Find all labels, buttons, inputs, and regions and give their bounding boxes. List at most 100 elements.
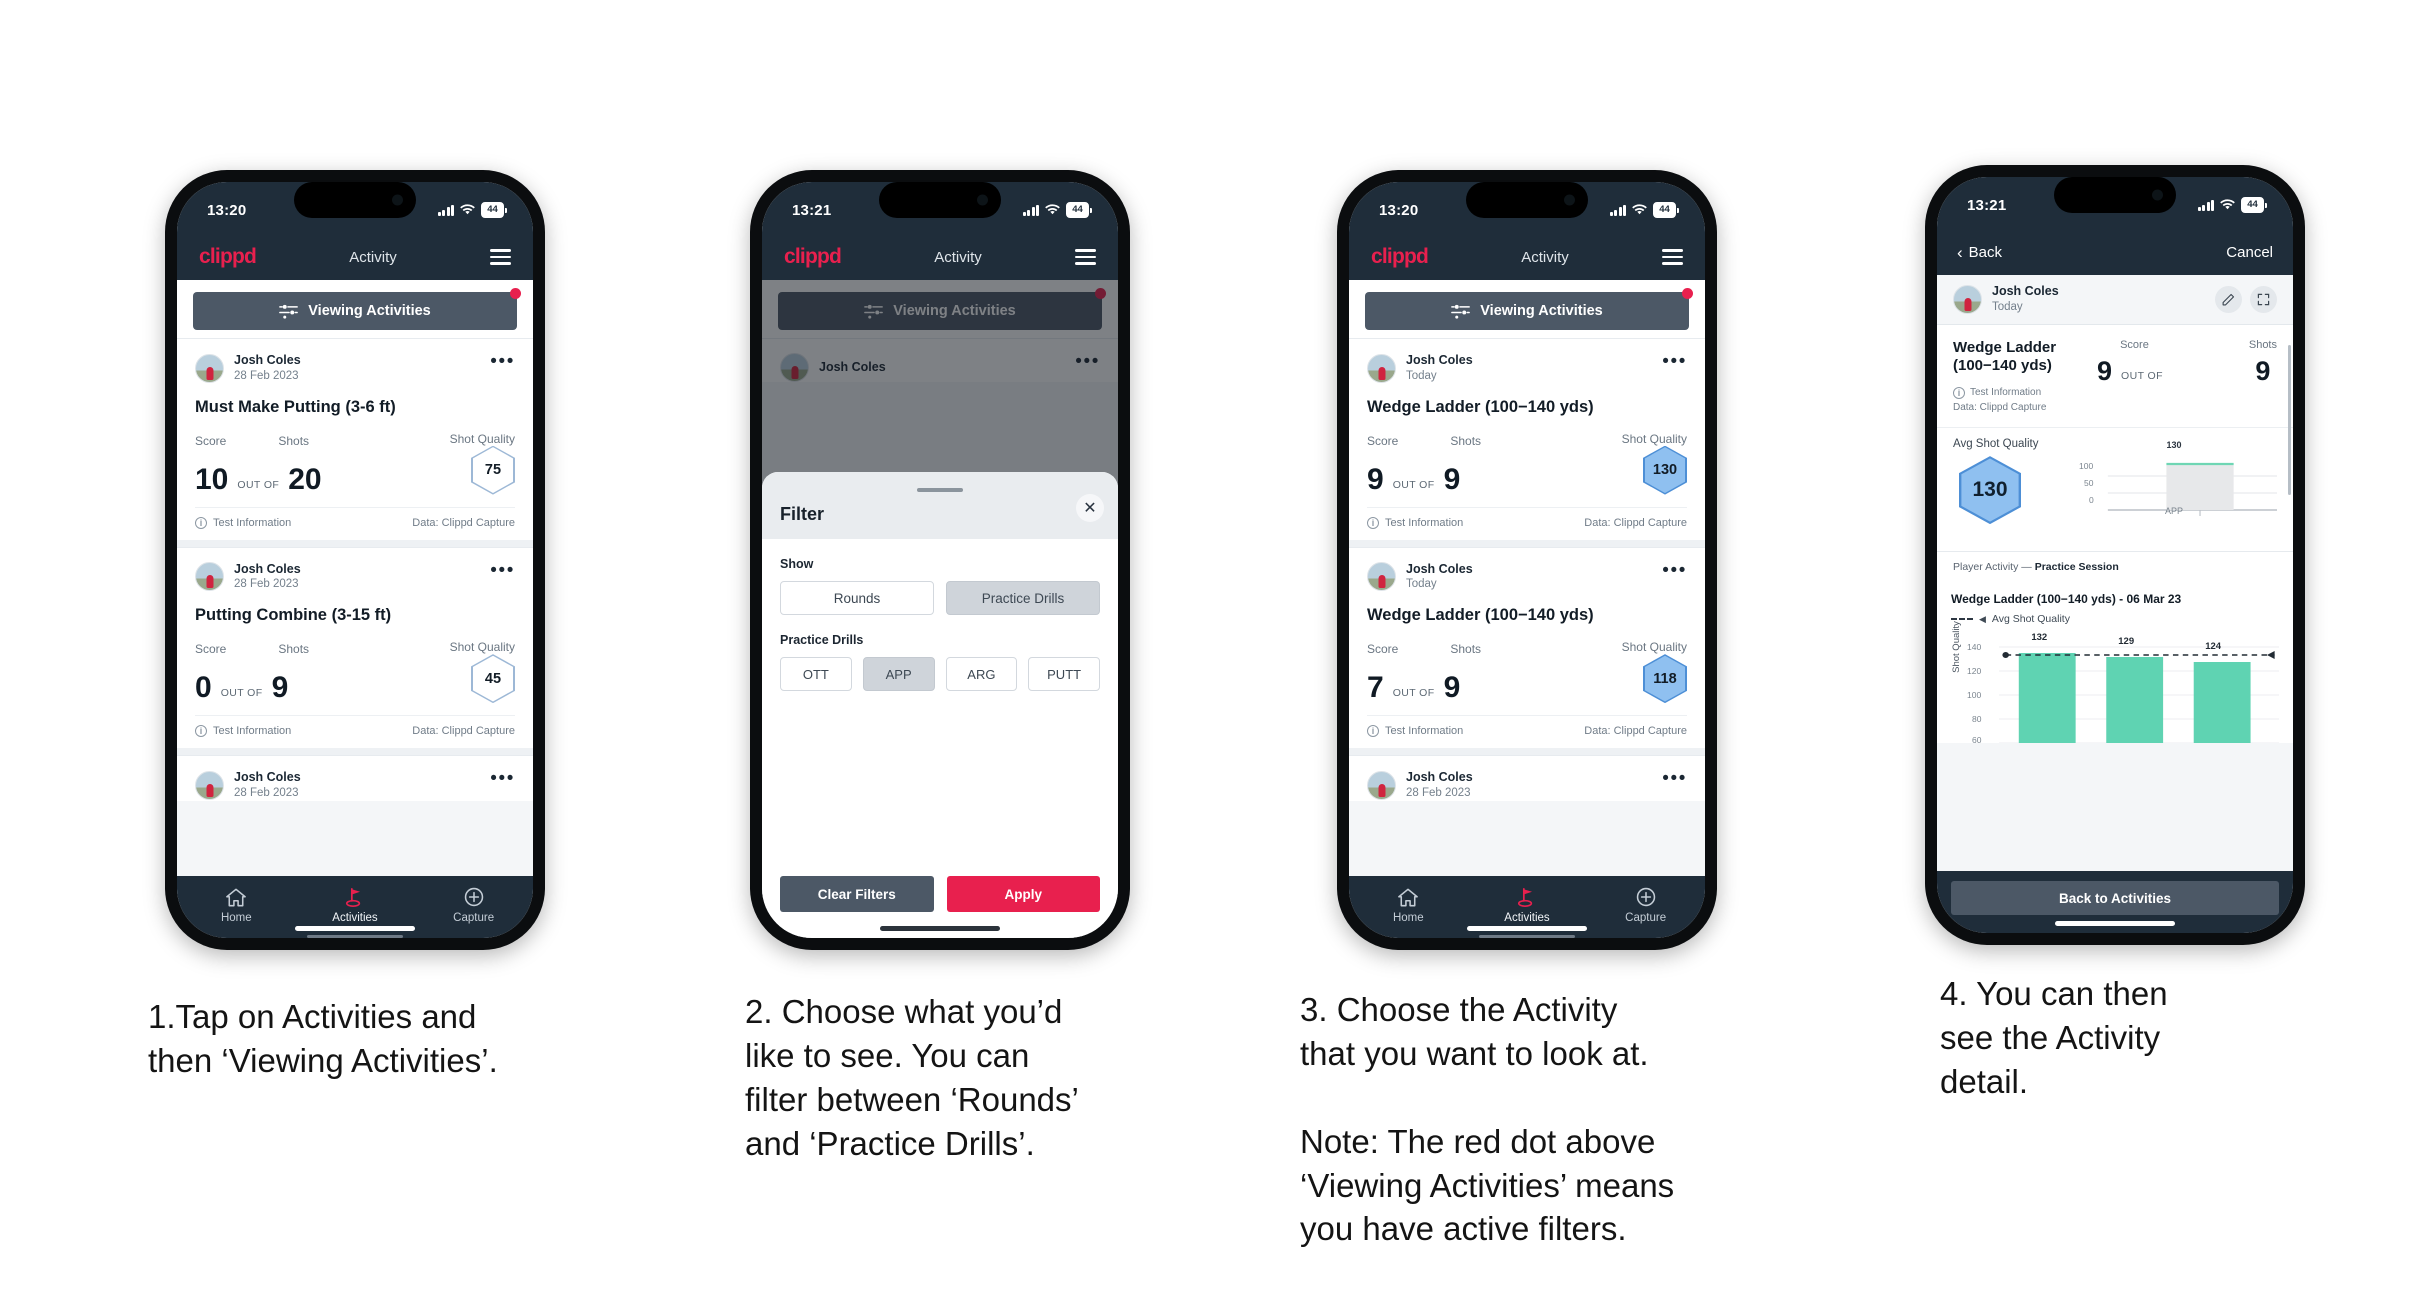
data-source-label: Data: Clippd Capture [412, 516, 515, 529]
test-information-label: Test Information [213, 725, 292, 738]
avatar [1367, 770, 1396, 800]
status-time: 13:21 [1967, 196, 2007, 214]
drill-option-ott[interactable]: OTT [780, 657, 852, 691]
active-filter-dot [1682, 288, 1693, 299]
card-overflow-menu-icon[interactable]: ••• [1662, 352, 1687, 372]
drill-option-arg[interactable]: ARG [945, 657, 1018, 691]
cellular-signal-icon [1022, 204, 1039, 216]
avg-shot-quality-label: Avg Shot Quality [1953, 438, 2039, 451]
golf-flag-icon [296, 886, 413, 908]
back-label: Back [1968, 243, 2003, 261]
viewing-activities-wrap: Viewing Activities [1349, 280, 1705, 338]
tab-capture[interactable]: Capture [1587, 886, 1704, 924]
battery-level: 44 [2241, 197, 2264, 213]
drill-option-putt[interactable]: PUTT [1028, 657, 1100, 691]
fullscreen-icon[interactable] [2250, 285, 2277, 313]
close-icon[interactable]: ✕ [1076, 494, 1104, 522]
apply-button[interactable]: Apply [946, 876, 1100, 912]
notch [2054, 177, 2176, 213]
menu-icon[interactable] [489, 249, 511, 265]
chart-bar-label-3: 124 [2205, 641, 2222, 653]
card-divider [1349, 539, 1705, 547]
tab-home[interactable]: Home [1350, 886, 1467, 924]
clippd-logo[interactable]: clippd [784, 245, 842, 269]
data-source-label: Data: Clippd Capture [412, 725, 515, 738]
card-date: Today [1406, 369, 1437, 382]
score-value: 7 [1367, 671, 1384, 705]
back-button[interactable]: ‹ Back [1957, 244, 2002, 261]
avg-shot-quality-panel: Avg Shot Quality 130 100 50 0 130 APP [1937, 427, 2293, 552]
active-filter-dot [510, 288, 521, 299]
shot-quality-hexagon: 130 [1643, 445, 1687, 495]
show-option-rounds[interactable]: Rounds [780, 581, 934, 615]
detail-shots-value: 9 [2255, 355, 2271, 386]
chart-ytick-120: 120 [1967, 666, 1982, 677]
tab-home[interactable]: Home [178, 886, 295, 924]
menu-icon[interactable] [1661, 249, 1683, 265]
card-date: 28 Feb 2023 [1406, 786, 1471, 799]
home-indicator[interactable] [295, 926, 415, 931]
battery-level: 44 [481, 202, 504, 218]
filter-sheet-body: Show Rounds Practice Drills Practice Dri… [762, 539, 1118, 862]
chart-bar-label-2: 129 [2118, 636, 2135, 648]
tab-capture-label: Capture [1625, 912, 1667, 924]
battery-icon: 44 [1653, 202, 1679, 218]
activity-card[interactable]: Josh Coles Today ••• Wedge Ladder (100−1… [1349, 546, 1705, 749]
back-to-activities-button[interactable]: Back to Activities [1951, 881, 2279, 915]
card-user-name: Josh Coles [234, 353, 301, 367]
viewing-activities-button[interactable]: Viewing Activities [193, 292, 517, 330]
notch [294, 182, 416, 218]
show-option-practice-drills[interactable]: Practice Drills [946, 581, 1100, 615]
activity-card-partial[interactable]: Josh Coles 28 Feb 2023 ••• [1349, 755, 1705, 801]
caption-step-3: 3. Choose the Activity that you want to … [1300, 991, 1675, 1248]
clippd-logo[interactable]: clippd [1371, 245, 1429, 269]
card-overflow-menu-icon[interactable]: ••• [490, 560, 515, 580]
card-user-name: Josh Coles [1406, 770, 1473, 785]
card-date: 28 Feb 2023 [234, 786, 299, 799]
player-activity-value: Practice Session [2034, 561, 2119, 574]
clear-filters-button[interactable]: Clear Filters [780, 876, 934, 912]
cellular-signal-icon [437, 204, 454, 216]
home-indicator[interactable] [880, 926, 1000, 931]
tab-capture[interactable]: Capture [415, 886, 532, 924]
tab-activities[interactable]: Activities [296, 886, 413, 924]
tab-activities[interactable]: Activities [1468, 886, 1585, 924]
tab-home-label: Home [220, 912, 252, 924]
info-icon: i [1953, 386, 1965, 399]
activity-card[interactable]: Josh Coles Today ••• Wedge Ladder (100−1… [1349, 338, 1705, 540]
filter-sliders-icon [279, 304, 299, 319]
home-indicator[interactable] [2055, 921, 2175, 926]
active-tab-indicator [1479, 935, 1575, 938]
player-activity-prefix: Player Activity — [1953, 561, 2035, 574]
sheet-grabber[interactable] [917, 488, 963, 492]
home-indicator[interactable] [1467, 926, 1587, 931]
pencil-icon[interactable] [2215, 285, 2242, 313]
avatar [1367, 353, 1396, 383]
shots-value: 20 [288, 462, 322, 496]
wifi-icon [1045, 202, 1060, 219]
avatar [195, 353, 224, 383]
card-overflow-menu-icon[interactable]: ••• [1662, 769, 1687, 789]
card-overflow-menu-icon[interactable]: ••• [490, 769, 515, 789]
card-divider [177, 539, 533, 547]
card-overflow-menu-icon[interactable]: ••• [490, 352, 515, 372]
cancel-button[interactable]: Cancel [2226, 244, 2273, 261]
home-icon [1350, 886, 1467, 908]
golf-flag-icon [1468, 886, 1585, 908]
drill-option-app[interactable]: APP [862, 657, 935, 691]
activity-card[interactable]: Josh Coles 28 Feb 2023 ••• Must Make Put… [177, 338, 533, 540]
card-overflow-menu-icon[interactable]: ••• [1662, 560, 1687, 580]
plus-circle-icon [1587, 886, 1704, 908]
info-icon: i [1367, 725, 1379, 738]
scrollbar-thumb[interactable] [2288, 345, 2291, 495]
out-of-label: OUT OF [237, 478, 280, 491]
viewing-activities-button[interactable]: Viewing Activities [1365, 292, 1689, 330]
activity-card[interactable]: Josh Coles 28 Feb 2023 ••• Putting Combi… [177, 546, 533, 749]
mini-chart-ytick-100: 100 [2079, 461, 2094, 472]
detail-score-value: 9 [2097, 355, 2113, 386]
tab-home-label: Home [1392, 912, 1424, 924]
shot-quality-hexagon: 45 [471, 654, 515, 704]
menu-icon[interactable] [1074, 249, 1096, 265]
activity-card-partial[interactable]: Josh Coles 28 Feb 2023 ••• [177, 755, 533, 801]
clippd-logo[interactable]: clippd [199, 245, 257, 269]
